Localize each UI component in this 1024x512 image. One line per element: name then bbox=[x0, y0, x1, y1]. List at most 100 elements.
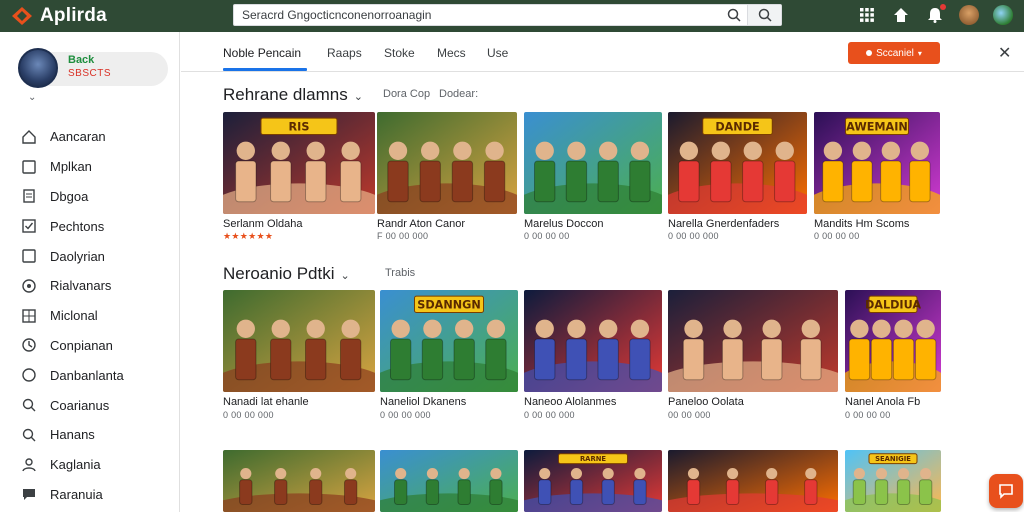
sidebar-item-label: Pechtons bbox=[50, 218, 105, 234]
sidebar-item-label: Danbanlanta bbox=[50, 367, 124, 383]
chevron-down-icon: ▾ bbox=[917, 48, 922, 58]
game-thumbnail[interactable] bbox=[380, 450, 518, 512]
action-button-label: Sccaniel bbox=[876, 47, 914, 59]
game-thumbnail[interactable]: AWEMAIN bbox=[814, 112, 940, 214]
sidebar-item[interactable]: Kaglania bbox=[20, 450, 170, 480]
section-title[interactable]: Rehrane dlamns ⌄ bbox=[223, 85, 363, 105]
app-name: Aplirda bbox=[40, 5, 107, 26]
game-meta: 0 00 00 000 bbox=[668, 231, 719, 241]
profile-avatar[interactable] bbox=[18, 48, 58, 88]
tab-stoke[interactable]: Stoke bbox=[384, 46, 415, 60]
game-thumbnail[interactable] bbox=[524, 112, 662, 214]
sidebar-item[interactable]: Dbgoa bbox=[20, 182, 170, 212]
sidebar-item[interactable]: Pechtons bbox=[20, 211, 170, 241]
sidebar-item[interactable]: Daolyrian bbox=[20, 241, 170, 271]
sidebar-item-label: Mplkan bbox=[50, 159, 92, 175]
game-title[interactable]: Serlanm Oldaha bbox=[223, 218, 303, 230]
search-icon[interactable] bbox=[721, 5, 747, 25]
game-title[interactable]: Mandits Hm Scoms bbox=[814, 218, 909, 230]
svg-text:DANDE: DANDE bbox=[715, 120, 759, 133]
record-icon bbox=[866, 50, 873, 56]
game-thumbnail[interactable]: RARNE bbox=[524, 450, 662, 512]
game-title[interactable]: Naneoo Alolanmes bbox=[524, 396, 616, 408]
search-bar[interactable]: Seracrd Gngocticnconenorroanagin bbox=[233, 4, 782, 26]
globe-avatar-icon[interactable] bbox=[992, 4, 1014, 26]
search-input[interactable]: Seracrd Gngocticnconenorroanagin bbox=[234, 8, 721, 22]
game-title[interactable]: Nanel Anola Fb bbox=[845, 396, 920, 408]
person-icon bbox=[20, 456, 38, 474]
floating-action-button[interactable] bbox=[989, 474, 1023, 508]
home-icon[interactable] bbox=[890, 4, 912, 26]
search-icon bbox=[20, 396, 38, 414]
game-thumbnail[interactable]: DANDE bbox=[668, 112, 807, 214]
sidebar-item-label: Raranuia bbox=[50, 486, 103, 502]
game-thumbnail[interactable]: SDANNGN bbox=[380, 290, 518, 392]
section-filter[interactable]: Dora Cop bbox=[383, 88, 430, 100]
sidebar-item[interactable]: Coarianus bbox=[20, 390, 170, 420]
svg-text:DALDIUA: DALDIUA bbox=[865, 298, 921, 311]
game-title[interactable]: Marelus Doccon bbox=[524, 218, 603, 230]
game-thumbnail[interactable] bbox=[377, 112, 517, 214]
sidebar-item-label: Miclonal bbox=[50, 308, 98, 324]
apps-grid-icon[interactable] bbox=[856, 4, 878, 26]
chevron-down-icon[interactable]: ⌄ bbox=[28, 92, 36, 103]
svg-text:SEANIGIE: SEANIGIE bbox=[875, 455, 911, 463]
search-button[interactable] bbox=[747, 5, 781, 25]
chat-icon bbox=[999, 484, 1013, 499]
game-meta: ★★★★★★ bbox=[223, 231, 274, 241]
sidebar-item-label: Conpianan bbox=[50, 337, 113, 353]
notifications-icon[interactable] bbox=[924, 4, 946, 26]
game-thumbnail[interactable] bbox=[668, 450, 838, 512]
sidebar-item-label: Coarianus bbox=[50, 397, 110, 413]
logo-icon bbox=[12, 7, 32, 25]
sidebar: Back SBSCTS ⌄ Aancaran Mplkan Dbgoa Pechton… bbox=[0, 32, 180, 512]
clock-icon bbox=[20, 336, 38, 354]
game-thumbnail[interactable]: RIS bbox=[223, 112, 375, 214]
game-title[interactable]: Paneloo Oolata bbox=[668, 396, 744, 408]
sidebar-item[interactable]: Conpianan bbox=[20, 331, 170, 361]
game-thumbnail[interactable] bbox=[223, 290, 375, 392]
section-filter[interactable]: Trabis bbox=[385, 267, 415, 279]
sidebar-item[interactable]: Raranuia bbox=[20, 480, 170, 510]
active-tab-indicator bbox=[223, 68, 307, 71]
game-thumbnail[interactable] bbox=[524, 290, 662, 392]
target-icon bbox=[20, 277, 38, 295]
main-content: Noble Pencain Raaps Stoke Mecs Use Sccan… bbox=[181, 32, 1024, 512]
section-filter[interactable]: Dodear: bbox=[439, 88, 478, 100]
close-icon[interactable]: ✕ bbox=[998, 43, 1011, 63]
game-thumbnail[interactable] bbox=[668, 290, 838, 392]
sidebar-item-label: Dbgoa bbox=[50, 188, 89, 204]
tab-mecs[interactable]: Mecs bbox=[437, 46, 466, 60]
sidebar-item[interactable]: Miclonal bbox=[20, 301, 170, 331]
action-button[interactable]: Sccaniel ▾ bbox=[848, 42, 940, 64]
game-meta: 0 00 00 00 bbox=[814, 231, 860, 241]
svg-text:RIS: RIS bbox=[289, 120, 310, 133]
app-logo[interactable]: Aplirda bbox=[12, 5, 212, 27]
sidebar-item[interactable]: Mplkan bbox=[20, 152, 170, 182]
tab-raaps[interactable]: Raaps bbox=[327, 46, 362, 60]
avatar[interactable] bbox=[958, 4, 980, 26]
profile-subtitle: SBSCTS bbox=[68, 68, 112, 79]
profile-chip[interactable]: Back SBSCTS bbox=[16, 48, 168, 88]
tab-noble-pencain[interactable]: Noble Pencain bbox=[223, 46, 301, 60]
game-title[interactable]: Narella Gnerdenfaders bbox=[668, 218, 779, 230]
square-icon bbox=[20, 247, 38, 265]
svg-text:RARNE: RARNE bbox=[580, 455, 606, 463]
sidebar-item[interactable]: Hanans bbox=[20, 420, 170, 450]
sidebar-item[interactable]: Danbanlanta bbox=[20, 360, 170, 390]
sidebar-item[interactable]: Rialvanars bbox=[20, 271, 170, 301]
tab-use[interactable]: Use bbox=[487, 46, 508, 60]
game-meta: 0 00 00 00 bbox=[524, 231, 570, 241]
game-title[interactable]: Nanadi lat ehanle bbox=[223, 396, 309, 408]
game-thumbnail[interactable]: SEANIGIE bbox=[845, 450, 941, 512]
section-title[interactable]: Neroanio Pdtki ⌄ bbox=[223, 264, 350, 284]
sidebar-item-label: Kaglania bbox=[50, 457, 101, 473]
square-icon bbox=[20, 158, 38, 176]
section-title-text: Neroanio Pdtki bbox=[223, 264, 335, 283]
game-thumbnail[interactable] bbox=[223, 450, 375, 512]
checkbox-icon bbox=[20, 217, 38, 235]
game-title[interactable]: Randr Aton Canor bbox=[377, 218, 465, 230]
game-title[interactable]: Naneliol Dkanens bbox=[380, 396, 466, 408]
game-thumbnail[interactable]: DALDIUA bbox=[845, 290, 941, 392]
sidebar-item[interactable]: Aancaran bbox=[20, 122, 170, 152]
